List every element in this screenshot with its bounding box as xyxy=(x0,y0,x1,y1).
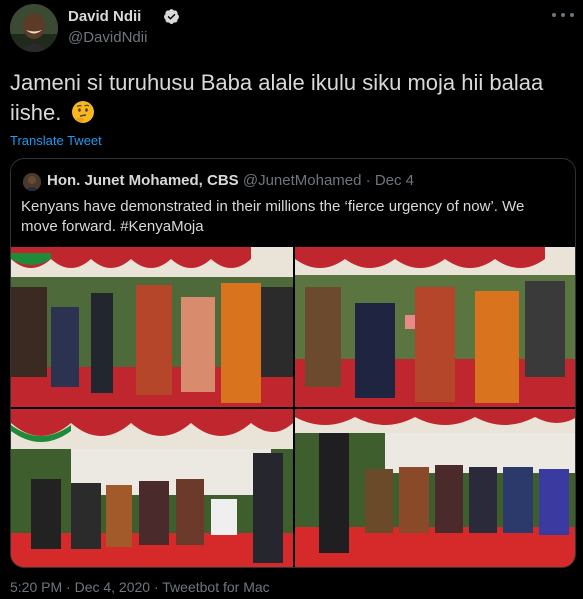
photo-2[interactable] xyxy=(295,247,575,407)
quoted-author-handle[interactable]: @JunetMohamed xyxy=(243,172,362,189)
more-options-icon[interactable] xyxy=(552,8,574,22)
quoted-date[interactable]: Dec 4 xyxy=(375,172,414,189)
quoted-tweet-text: Kenyans have demonstrated in their milli… xyxy=(21,198,525,235)
quoted-separator: · xyxy=(365,172,371,189)
author-handle[interactable]: @DavidNdii xyxy=(68,29,147,46)
quoted-author-avatar[interactable] xyxy=(23,173,41,191)
quoted-tweet-card[interactable]: Hon. Junet Mohamed, CBS @JunetMohamed · … xyxy=(10,158,576,568)
tweet-meta: 5:20 PM · Dec 4, 2020 · Tweetbot for Mac xyxy=(10,579,270,595)
photo-1[interactable] xyxy=(11,247,293,407)
quoted-author-line: Hon. Junet Mohamed, CBS @JunetMohamed · … xyxy=(47,172,414,189)
author-avatar[interactable] xyxy=(10,4,58,52)
photo-3[interactable] xyxy=(11,409,293,567)
translate-tweet-link[interactable]: Translate Tweet xyxy=(10,133,102,148)
tweet-text: Jameni si turuhusu Baba alale ikulu siku… xyxy=(10,68,570,128)
thinking-face-emoji-icon xyxy=(72,101,95,123)
quoted-author-name[interactable]: Hon. Junet Mohamed, CBS xyxy=(47,172,239,189)
tweet: David Ndii @DavidNdii Jameni si turuhusu… xyxy=(0,0,583,599)
photo-4[interactable] xyxy=(295,409,575,567)
verified-badge-icon xyxy=(164,9,179,24)
author-name[interactable]: David Ndii xyxy=(68,8,141,25)
